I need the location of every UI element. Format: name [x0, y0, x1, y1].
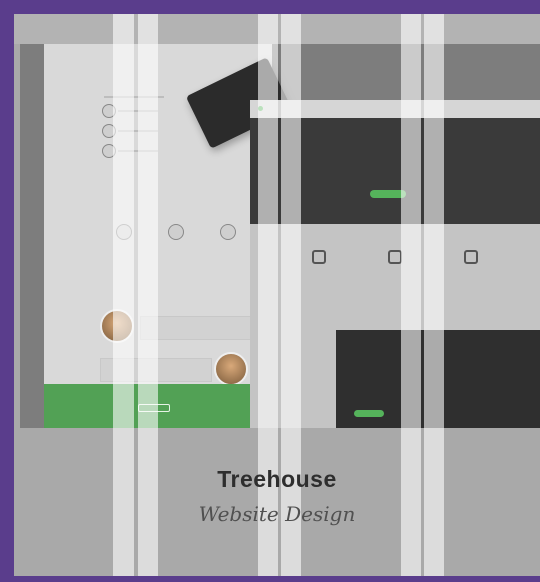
- project-preview-image: [20, 44, 540, 428]
- mockup-service-icon: [388, 250, 402, 264]
- mockup-circle-icon: [168, 224, 184, 240]
- mockup-cta-bar: [44, 384, 272, 428]
- mockup-left-page: [44, 44, 293, 428]
- portfolio-card[interactable]: Treehouse Website Design: [14, 14, 540, 576]
- mockup-circle-icon: [220, 224, 236, 240]
- mockup-dark-button: [354, 410, 384, 417]
- mockup-service-icon: [312, 250, 326, 264]
- project-title[interactable]: Treehouse: [14, 466, 540, 493]
- mockup-avatar-2: [214, 352, 248, 386]
- mockup-service-icon: [464, 250, 478, 264]
- project-category: Website Design: [198, 502, 356, 526]
